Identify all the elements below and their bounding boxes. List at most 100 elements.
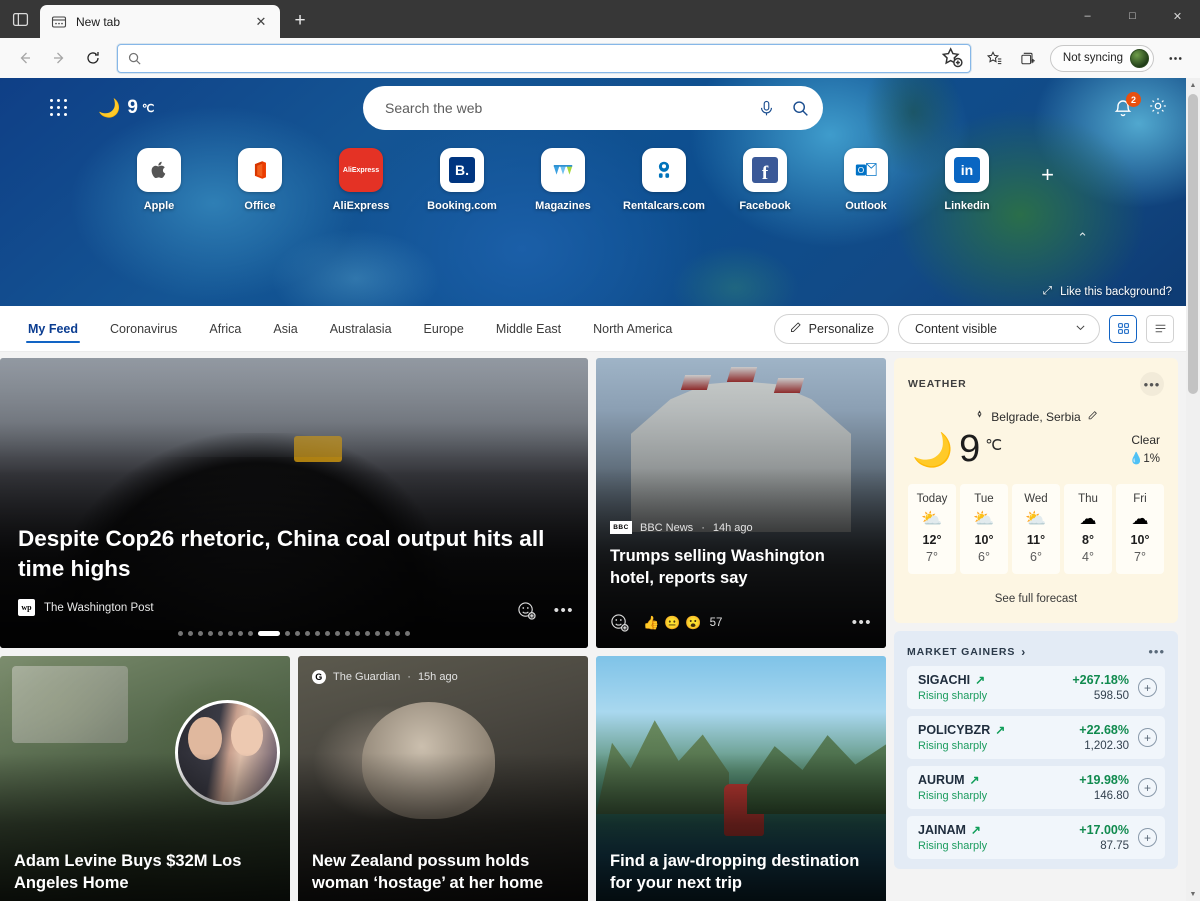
article-card-levine[interactable]: Adam Levine Buys $32M Los Angeles Home: [0, 656, 290, 901]
feed-main-column: Despite Cop26 rhetoric, China coal outpu…: [0, 358, 886, 901]
feed-tab-asia[interactable]: Asia: [257, 306, 313, 351]
reaction-summary[interactable]: 👍 😐 😮 57: [643, 615, 722, 631]
scroll-up-button[interactable]: ▲: [1186, 78, 1200, 92]
personalize-button[interactable]: Personalize: [774, 314, 889, 344]
scroll-down-button[interactable]: ▼: [1186, 887, 1200, 901]
notifications-button[interactable]: 2: [1112, 97, 1134, 119]
pencil-icon[interactable]: [1087, 410, 1098, 424]
see-full-forecast-button[interactable]: See full forecast: [908, 587, 1164, 611]
like-background-button[interactable]: ⤢ Like this background?: [1043, 285, 1172, 298]
shortcut-office[interactable]: Office: [210, 148, 311, 212]
shortcut-linkedin[interactable]: in Linkedin: [917, 148, 1018, 212]
ntp-search-submit-icon[interactable]: [783, 91, 817, 125]
forecast-high: 12°: [908, 533, 956, 547]
article-card-travel[interactable]: Find a jaw-dropping destination for your…: [596, 656, 886, 901]
chevron-right-icon[interactable]: ›: [1021, 645, 1025, 659]
add-reaction-icon[interactable]: [517, 601, 536, 620]
more-options-icon[interactable]: •••: [1148, 644, 1165, 659]
market-price: 146.80: [1079, 790, 1129, 802]
forward-button[interactable]: [43, 42, 75, 74]
more-options-icon[interactable]: •••: [1140, 372, 1164, 396]
article-card-hero[interactable]: Despite Cop26 rhetoric, China coal outpu…: [0, 358, 588, 648]
reaction-surprised-icon: 😮: [685, 615, 701, 631]
market-row[interactable]: POLICYBZR ↗ Rising sharply +22.68% 1,202…: [907, 716, 1165, 759]
list-view-icon: [1154, 322, 1167, 335]
more-options-button[interactable]: [1159, 42, 1191, 74]
address-bar[interactable]: [117, 44, 971, 73]
market-row[interactable]: JAINAM ↗ Rising sharply +17.00% 87.75 +: [907, 816, 1165, 859]
forecast-day[interactable]: Tue ⛅ 10° 6°: [960, 484, 1008, 574]
market-price: 598.50: [1072, 690, 1129, 702]
refresh-button[interactable]: [77, 42, 109, 74]
article-card-bbc[interactable]: BBC BBC News · 14h ago Trumps selling Wa…: [596, 358, 886, 648]
add-circle-icon[interactable]: +: [1138, 678, 1157, 697]
shortcut-magazines[interactable]: Magazines: [513, 148, 614, 212]
close-window-button[interactable]: ✕: [1155, 0, 1200, 32]
shortcut-outlook[interactable]: O Outlook: [816, 148, 917, 212]
shortcut-aliexpress[interactable]: AliExpress AliExpress: [311, 148, 412, 212]
add-circle-icon[interactable]: +: [1138, 728, 1157, 747]
add-favorite-icon[interactable]: [940, 46, 964, 70]
feed-tab-north-america[interactable]: North America: [577, 306, 688, 351]
article-source-name: The Washington Post: [44, 602, 154, 614]
search-icon: [127, 51, 142, 66]
forecast-day[interactable]: Today ⛅ 12° 7°: [908, 484, 956, 574]
shortcut-rentalcars[interactable]: Rentalcars.com: [614, 148, 715, 212]
back-button[interactable]: [9, 42, 41, 74]
article-card-possum[interactable]: G The Guardian · 15h ago New Zealand pos…: [298, 656, 588, 901]
page-scrollbar[interactable]: ▲ ▼: [1186, 78, 1200, 901]
shortcut-label: Magazines: [535, 200, 591, 212]
weather-location[interactable]: Belgrade, Serbia: [908, 410, 1164, 424]
ntp-weather-summary[interactable]: 🌙 9 ℃: [98, 97, 154, 119]
ntp-weather-unit: ℃: [142, 102, 154, 115]
ntp-top-bar: 🌙 9 ℃ Search the web 2: [0, 78, 1186, 138]
carousel-indicators[interactable]: [0, 631, 588, 636]
gear-icon: [1148, 96, 1168, 116]
feed-tab-coronavirus[interactable]: Coronavirus: [94, 306, 193, 351]
feed-tab-europe[interactable]: Europe: [408, 306, 480, 351]
feed-tab-middle-east[interactable]: Middle East: [480, 306, 577, 351]
shortcut-facebook[interactable]: f Facebook: [715, 148, 816, 212]
sidebar-toggle-button[interactable]: [0, 0, 40, 38]
market-row[interactable]: AURUM ↗ Rising sharply +19.98% 146.80 +: [907, 766, 1165, 809]
scrollbar-thumb[interactable]: [1188, 94, 1198, 394]
add-reaction-icon[interactable]: [610, 613, 629, 632]
ntp-search-input[interactable]: Search the web: [385, 100, 749, 116]
shortcut-booking[interactable]: B. Booking.com: [412, 148, 513, 212]
add-circle-icon[interactable]: +: [1138, 828, 1157, 847]
reaction-neutral-icon: 😐: [664, 615, 680, 631]
add-shortcut-button[interactable]: +: [1018, 148, 1078, 212]
chevron-down-icon: [1074, 321, 1087, 337]
separator: ·: [407, 671, 411, 683]
maximize-button[interactable]: □: [1110, 0, 1155, 32]
feed-tab-my-feed[interactable]: My Feed: [12, 306, 94, 351]
ntp-settings-button[interactable]: [1148, 96, 1168, 121]
collections-button[interactable]: [1013, 42, 1045, 74]
water-drop-icon: 💧: [1129, 453, 1143, 465]
browser-tab[interactable]: New tab ✕: [40, 5, 280, 38]
more-options-icon[interactable]: •••: [852, 615, 872, 630]
list-view-button[interactable]: [1146, 315, 1174, 343]
feed-tab-africa[interactable]: Africa: [193, 306, 257, 351]
profile-button[interactable]: Not syncing: [1050, 45, 1154, 72]
minimize-button[interactable]: –: [1065, 0, 1110, 32]
content-visibility-select[interactable]: Content visible: [898, 314, 1100, 344]
feed-tab-australasia[interactable]: Australasia: [314, 306, 408, 351]
app-grid-icon[interactable]: [50, 99, 68, 117]
weather-precip-value: 1%: [1143, 453, 1160, 465]
more-options-icon[interactable]: •••: [554, 603, 574, 618]
shortcut-apple[interactable]: Apple: [109, 148, 210, 212]
close-icon[interactable]: ✕: [250, 11, 272, 33]
market-row[interactable]: SIGACHI ↗ Rising sharply +267.18% 598.50…: [907, 666, 1165, 709]
grid-view-button[interactable]: [1109, 315, 1137, 343]
chevron-up-icon[interactable]: ⌃: [1077, 230, 1088, 246]
add-circle-icon[interactable]: +: [1138, 778, 1157, 797]
forecast-day[interactable]: Thu ☁ 8° 4°: [1064, 484, 1112, 574]
forecast-day[interactable]: Fri ☁ 10° 7°: [1116, 484, 1164, 574]
ntp-search-box[interactable]: Search the web: [363, 86, 823, 130]
favorites-button[interactable]: [979, 42, 1011, 74]
forecast-day[interactable]: Wed ⛅ 11° 6°: [1012, 484, 1060, 574]
forecast-high: 10°: [1116, 533, 1164, 547]
new-tab-button[interactable]: +: [284, 6, 316, 36]
microphone-icon[interactable]: [749, 91, 783, 125]
